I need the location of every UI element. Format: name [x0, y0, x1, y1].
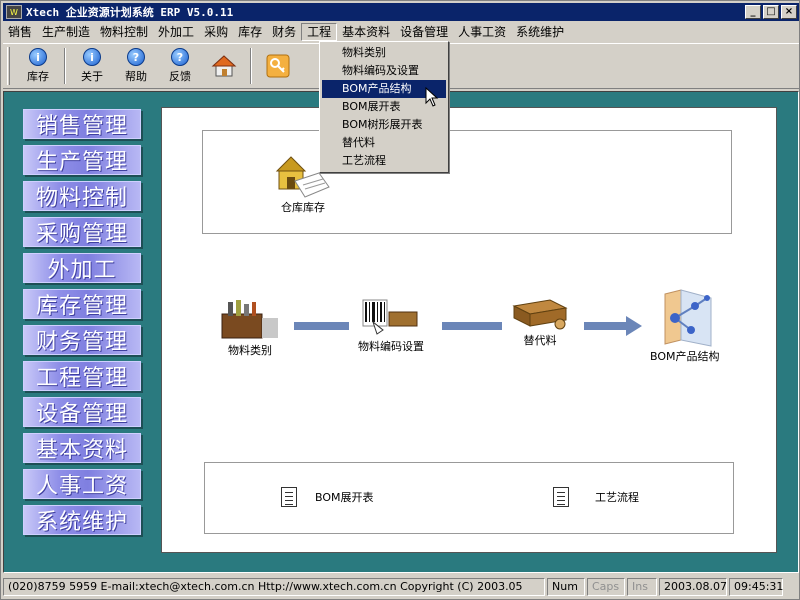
nav-equipment-management[interactable]: 设备管理: [23, 397, 141, 427]
nav-hr-payroll[interactable]: 人事工资: [23, 469, 141, 499]
about-button[interactable]: i 关于: [70, 46, 114, 86]
material-category-label: 物料类别: [228, 344, 272, 357]
menu-outsourcing[interactable]: 外加工: [153, 23, 199, 41]
minimize-button[interactable]: _: [745, 5, 761, 19]
substitute-label: 替代料: [523, 334, 557, 347]
menu-hr-payroll[interactable]: 人事工资: [453, 23, 511, 41]
app-icon: W: [6, 5, 22, 19]
barcode-icon: [362, 299, 418, 335]
maximize-button[interactable]: □: [763, 5, 779, 19]
help-button[interactable]: ? 帮助: [114, 46, 158, 86]
help-icon: ?: [127, 48, 145, 66]
menu-sales[interactable]: 销售: [3, 23, 37, 41]
menu-purchasing[interactable]: 采购: [199, 23, 233, 41]
toolbar-separator: [64, 48, 66, 84]
document-icon: [553, 487, 569, 507]
bom-structure-node[interactable]: BOM产品结构: [650, 288, 720, 364]
dd-material-code-settings[interactable]: 物料编码及设置: [322, 62, 446, 80]
feedback-label: 反馈: [169, 70, 191, 83]
mouse-cursor-icon: [425, 87, 439, 107]
question-icon: ?: [171, 48, 189, 66]
menu-bar: 销售 生产制造 物料控制 外加工 采购 库存 财务 工程 基本资料 设备管理 人…: [3, 22, 799, 42]
status-num: Num: [547, 578, 585, 596]
flow-arrow: [294, 322, 349, 330]
status-date: 2003.08.07: [659, 578, 727, 596]
window-title: Xtech 企业资源计划系统 ERP V5.0.11: [26, 6, 234, 19]
lumber-icon: [512, 299, 568, 330]
nav-finance-management[interactable]: 财务管理: [23, 325, 141, 355]
info-icon: i: [29, 48, 47, 66]
material-code-node[interactable]: 物料编码设置: [358, 298, 424, 354]
menu-inventory[interactable]: 库存: [233, 23, 267, 41]
inventory-label: 库存: [27, 70, 49, 83]
status-bar: (020)8759 5959 E-mail:xtech@xtech.com.cn…: [3, 576, 799, 598]
menu-material-control[interactable]: 物料控制: [95, 23, 153, 41]
dd-substitute[interactable]: 替代料: [322, 134, 446, 152]
nav-sales-management[interactable]: 销售管理: [23, 109, 141, 139]
close-button[interactable]: ×: [781, 5, 797, 19]
process-node[interactable]: 工艺流程: [553, 487, 639, 507]
nav-inventory-management[interactable]: 库存管理: [23, 289, 141, 319]
content-panel: 仓库库存 物料类别 物料编码设置 替代料 BOM产品结构 BOM展开表 工艺流程: [161, 107, 777, 553]
app-window: W Xtech 企业资源计划系统 ERP V5.0.11 _ □ × 销售 生产…: [0, 0, 800, 600]
menu-production[interactable]: 生产制造: [37, 23, 95, 41]
toolbar-grip[interactable]: [7, 47, 10, 85]
menu-equipment[interactable]: 设备管理: [395, 23, 453, 41]
help-label: 帮助: [125, 70, 147, 83]
dd-bom-tree-expand[interactable]: BOM树形展开表: [322, 116, 446, 134]
status-caps: Caps: [587, 578, 625, 596]
dd-material-category[interactable]: 物料类别: [322, 44, 446, 62]
nav-outsourcing[interactable]: 外加工: [23, 253, 141, 283]
toolbox-icon: [221, 300, 278, 339]
nav-material-control[interactable]: 物料控制: [23, 181, 141, 211]
dd-process[interactable]: 工艺流程: [322, 152, 446, 170]
bom-expand-node[interactable]: BOM展开表: [281, 487, 374, 507]
key-icon: [266, 54, 290, 78]
toolbar-separator: [250, 48, 252, 84]
warehouse-label: 仓库库存: [281, 201, 325, 214]
reports-box: BOM展开表 工艺流程: [204, 462, 734, 534]
nav-system-maintenance[interactable]: 系统维护: [23, 505, 141, 535]
nav-engineering-management[interactable]: 工程管理: [23, 361, 141, 391]
substitute-node[interactable]: 替代料: [510, 296, 570, 348]
about-label: 关于: [81, 70, 103, 83]
nav-production-management[interactable]: 生产管理: [23, 145, 141, 175]
bom-expand-label: BOM展开表: [315, 491, 374, 504]
key-button[interactable]: [256, 46, 300, 86]
document-icon: [281, 487, 297, 507]
arrow-head-icon: [626, 316, 642, 336]
inventory-button[interactable]: i 库存: [16, 46, 60, 86]
status-info: (020)8759 5959 E-mail:xtech@xtech.com.cn…: [3, 578, 545, 596]
bom-structure-label: BOM产品结构: [650, 350, 720, 363]
warehouse-box: 仓库库存: [202, 130, 732, 234]
home-icon: [211, 55, 237, 77]
flow-arrow: [584, 322, 628, 330]
menu-finance[interactable]: 财务: [267, 23, 301, 41]
status-ins: Ins: [627, 578, 657, 596]
material-code-label: 物料编码设置: [358, 340, 424, 353]
menu-basic-data[interactable]: 基本资料: [337, 23, 395, 41]
nav-purchasing-management[interactable]: 采购管理: [23, 217, 141, 247]
flow-arrow: [442, 322, 502, 330]
feedback-button[interactable]: ? 反馈: [158, 46, 202, 86]
home-button[interactable]: [202, 46, 246, 86]
engineering-dropdown-menu: 物料类别 物料编码及设置 BOM产品结构 BOM展开表 BOM树形展开表 替代料…: [319, 41, 449, 173]
material-category-node[interactable]: 物料类别: [218, 298, 282, 358]
process-label: 工艺流程: [595, 491, 639, 504]
nav-basic-data[interactable]: 基本资料: [23, 433, 141, 463]
info-icon: i: [83, 48, 101, 66]
status-time: 09:45:31: [729, 578, 783, 596]
menu-system[interactable]: 系统维护: [511, 23, 569, 41]
molecule-icon: [664, 289, 712, 347]
title-bar[interactable]: W Xtech 企业资源计划系统 ERP V5.0.11 _ □ ×: [3, 3, 799, 21]
menu-engineering[interactable]: 工程: [301, 23, 338, 41]
